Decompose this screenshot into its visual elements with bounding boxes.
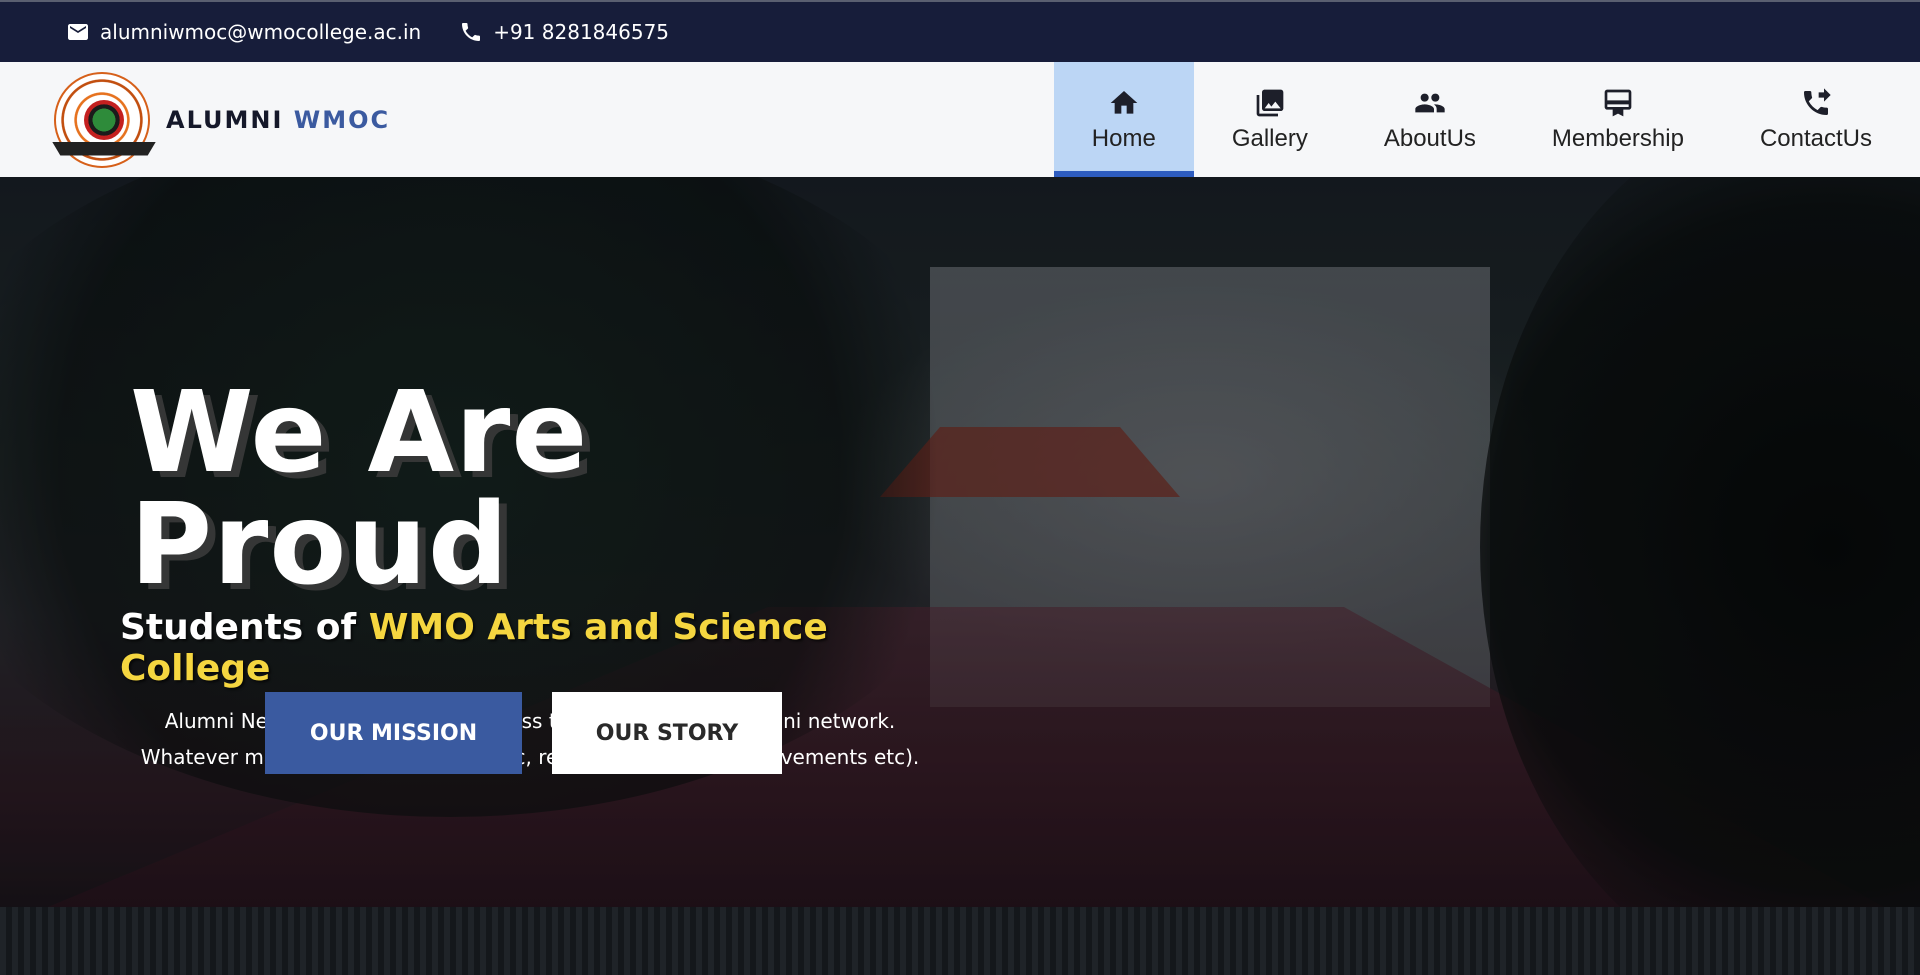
top-contact-bar: alumniwmoc@wmocollege.ac.in +91 82818465…: [0, 0, 1920, 62]
phone-text: +91 8281846575: [493, 20, 670, 44]
nav-item-contactus[interactable]: ContactUs: [1722, 62, 1910, 177]
gallery-icon: [1256, 89, 1284, 116]
logo-ribbon: [52, 141, 156, 156]
email-text: alumniwmoc@wmocollege.ac.in: [100, 20, 422, 44]
nav-item-membership[interactable]: Membership: [1514, 62, 1722, 177]
hero-section: We Are Proud Students of WMO Arts and Sc…: [0, 177, 1920, 975]
nav-item-home-label: Home: [1091, 124, 1156, 152]
home-icon: [1110, 90, 1138, 114]
nav-item-contactus-label: ContactUs: [1759, 124, 1872, 152]
nav-item-membership-label: Membership: [1551, 124, 1684, 152]
our-story-button[interactable]: OUR STORY: [552, 692, 782, 774]
brand[interactable]: ALUMNI WMOC: [0, 71, 390, 168]
our-mission-button[interactable]: OUR MISSION: [265, 692, 522, 774]
main-navbar: ALUMNI WMOC Home Gallery AboutUs Members…: [0, 62, 1920, 177]
mail-icon: [68, 24, 88, 40]
college-logo: [52, 71, 156, 168]
hero-subtitle-prefix: Students of: [120, 607, 357, 648]
nav-item-gallery[interactable]: Gallery: [1194, 62, 1346, 177]
nav-item-aboutus-label: AboutUs: [1383, 124, 1476, 152]
brand-name-part1: ALUMNI: [166, 105, 284, 134]
brand-name-part2: WMOC: [293, 105, 391, 134]
logo-emblem: [84, 99, 124, 140]
nav-item-aboutus[interactable]: AboutUs: [1346, 62, 1514, 177]
membership-icon: [1604, 89, 1632, 116]
brand-name: ALUMNI WMOC: [166, 106, 390, 134]
phone-forward-icon: [1803, 87, 1831, 115]
phone-icon: [462, 23, 481, 41]
email-contact[interactable]: alumniwmoc@wmocollege.ac.in: [66, 20, 421, 44]
nav-item-home[interactable]: Home: [1053, 62, 1194, 177]
hero-buttons: OUR MISSION OUR STORY: [265, 692, 782, 774]
hero-subtitle: Students of WMO Arts and Science College: [120, 607, 940, 689]
phone-contact[interactable]: +91 8281846575: [459, 20, 669, 44]
hero-title: We Are Proud: [130, 368, 589, 610]
nav-item-gallery-label: Gallery: [1231, 124, 1308, 152]
nav-menu: Home Gallery AboutUs Membership ContactU…: [1053, 62, 1920, 177]
people-icon: [1415, 93, 1445, 112]
